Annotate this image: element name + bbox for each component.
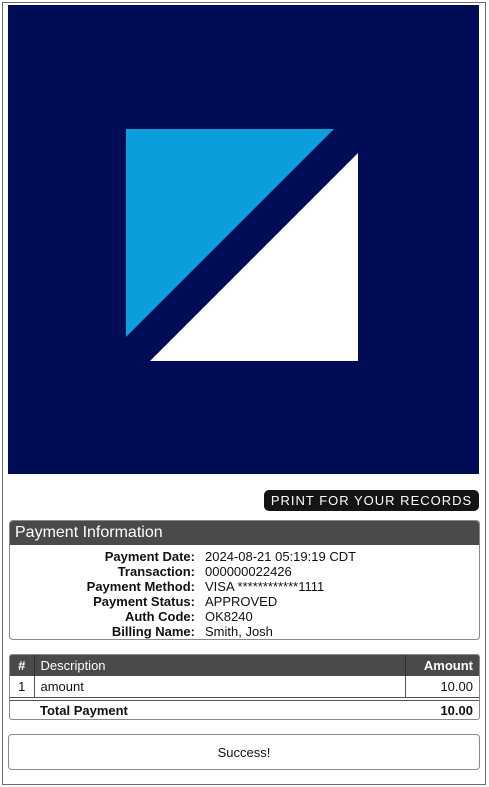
transaction-value: 000000022426	[205, 564, 292, 579]
auth-code-value: OK8240	[205, 609, 253, 624]
billing-name-value: Smith, Josh	[205, 624, 273, 639]
row-description: amount	[34, 676, 406, 698]
total-label: Total Payment	[34, 699, 405, 719]
payment-status-label: Payment Status:	[93, 594, 195, 609]
line-items-table: # Description Amount 1 amount 10.00 Tota…	[10, 655, 479, 719]
payment-status-row: Payment Status: APPROVED	[10, 594, 479, 609]
payment-method-row: Payment Method: VISA ************1111	[10, 579, 479, 594]
table-row: 1 amount 10.00	[10, 676, 479, 698]
auth-code-label: Auth Code:	[124, 609, 195, 624]
print-records-button[interactable]: PRINT FOR YOUR RECORDS	[264, 490, 479, 511]
payment-date-row: Payment Date: 2024-08-21 05:19:19 CDT	[10, 549, 479, 564]
total-row: Total Payment 10.00	[10, 699, 479, 719]
payment-method-label: Payment Method:	[86, 579, 195, 594]
transaction-label: Transaction:	[117, 564, 195, 579]
line-items-header-row: # Description Amount	[10, 655, 479, 676]
transaction-row: Transaction: 000000022426	[10, 564, 479, 579]
payment-information-rows: Payment Date: 2024-08-21 05:19:19 CDT Tr…	[10, 545, 479, 639]
payment-date-label: Payment Date:	[104, 549, 195, 564]
payment-information-title: Payment Information	[10, 521, 479, 545]
payment-status-value: APPROVED	[205, 594, 278, 609]
company-logo-icon	[8, 5, 479, 474]
auth-code-row: Auth Code: OK8240	[10, 609, 479, 624]
payment-information-panel: Payment Information Payment Date: 2024-0…	[9, 520, 480, 640]
billing-name-row: Billing Name: Smith, Josh	[10, 624, 479, 639]
total-spacer-cell	[10, 699, 34, 719]
status-message: Success!	[8, 734, 480, 770]
payment-method-value: VISA ************1111	[205, 579, 325, 594]
payment-date-value: 2024-08-21 05:19:19 CDT	[205, 549, 357, 564]
column-header-number: #	[10, 655, 35, 676]
total-amount: 10.00	[405, 699, 479, 719]
billing-name-label: Billing Name:	[111, 624, 195, 639]
line-items-panel: # Description Amount 1 amount 10.00 Tota…	[9, 654, 480, 720]
logo-background	[8, 5, 479, 474]
column-header-amount: Amount	[405, 655, 479, 676]
row-number: 1	[10, 676, 35, 698]
row-amount: 10.00	[405, 676, 479, 698]
logo-panel	[8, 5, 479, 474]
column-header-description: Description	[34, 655, 406, 676]
